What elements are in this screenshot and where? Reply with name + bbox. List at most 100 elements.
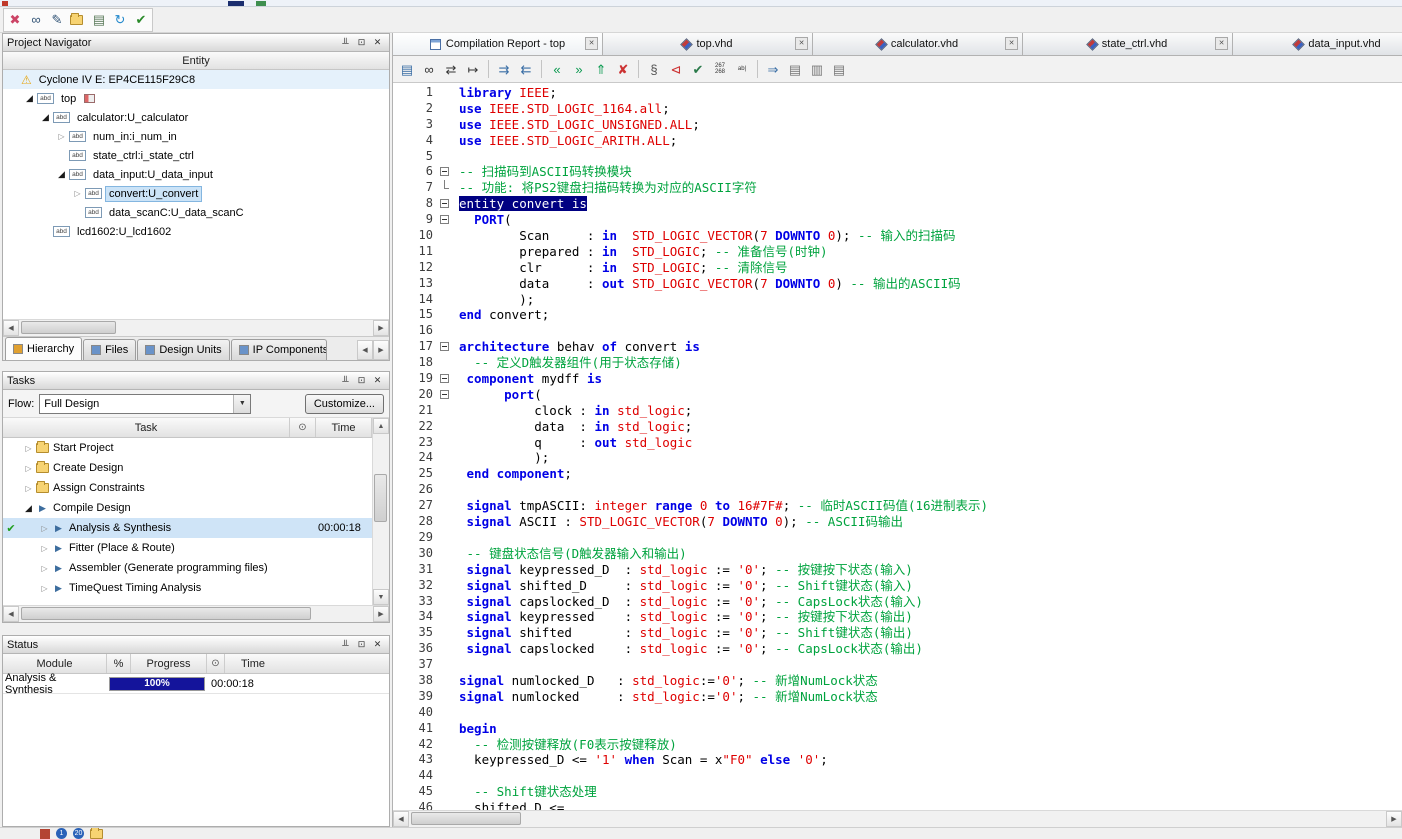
dropdown-arrow-icon[interactable]: ▼ — [233, 395, 250, 413]
float-icon[interactable]: ⊡ — [354, 36, 369, 49]
expander-collapsed-icon[interactable]: ▷ — [21, 464, 36, 473]
alert-icon[interactable]: ⊲ — [666, 59, 686, 79]
verify-icon[interactable]: ✔ — [131, 10, 151, 30]
scroll-thumb[interactable] — [411, 812, 521, 825]
page-view-2-icon[interactable]: ▥ — [807, 59, 827, 79]
new-window-icon[interactable]: ▤ — [397, 59, 417, 79]
recompile-icon[interactable]: ↻ — [110, 10, 130, 30]
delete-block-icon[interactable]: ✘ — [613, 59, 633, 79]
editor-hscrollbar[interactable]: ◀ ▶ — [393, 810, 1402, 827]
scroll-track[interactable] — [19, 606, 373, 622]
outdent-icon[interactable]: ⇇ — [516, 59, 536, 79]
scroll-thumb[interactable] — [374, 474, 387, 522]
fold-gutter[interactable] — [437, 212, 453, 228]
fold-gutter[interactable] — [437, 180, 453, 196]
edit-icon[interactable]: ✎ — [47, 10, 67, 30]
find-icon[interactable]: ∞ — [419, 59, 439, 79]
scroll-track[interactable] — [373, 434, 389, 589]
task-row-analysis-synthesis[interactable]: ✔▷▶Analysis & Synthesis00:00:18 — [3, 518, 372, 538]
pin-icon[interactable]: ╨ — [338, 36, 353, 49]
page-view-3-icon[interactable]: ▤ — [829, 59, 849, 79]
flow-select[interactable]: Full Design ▼ — [39, 394, 251, 414]
tree-item-num-in-i-num-in[interactable]: ▷abdnum_in:i_num_in — [3, 127, 389, 146]
pin-icon[interactable]: ╨ — [338, 638, 353, 651]
scroll-track[interactable] — [409, 811, 1386, 827]
tree-item-cyclone-iv-e-ep4ce115f29c8[interactable]: ⚠Cyclone IV E: EP4CE115F29C8 — [3, 70, 389, 89]
find-replace-icon[interactable]: ⇄ — [441, 59, 461, 79]
scroll-left-icon[interactable]: ◀ — [393, 811, 409, 827]
editor-tab-calculator-vhd[interactable]: calculator.vhd✕ — [813, 33, 1023, 55]
scroll-track[interactable] — [19, 320, 373, 336]
project-tree-hscrollbar[interactable]: ◀ ▶ — [3, 319, 389, 336]
nav-tab-ip-components[interactable]: IP Components — [231, 339, 327, 360]
editor-tab-compilation-report-top[interactable]: Compilation Report - top✕ — [393, 33, 603, 55]
expander-open-icon[interactable]: ◢ — [22, 93, 37, 104]
float-icon[interactable]: ⊡ — [354, 374, 369, 387]
expander-collapsed-icon[interactable]: ▷ — [21, 444, 36, 453]
fold-gutter[interactable] — [437, 387, 453, 403]
find-icon[interactable]: ∞ — [26, 10, 46, 30]
nav-tab-hierarchy[interactable]: Hierarchy — [5, 337, 82, 360]
editor-tab-top-vhd[interactable]: top.vhd✕ — [603, 33, 813, 55]
module-column-header[interactable]: Module — [3, 654, 107, 673]
tab-close-icon[interactable]: ✕ — [1215, 37, 1228, 50]
editor-tab-state-ctrl-vhd[interactable]: state_ctrl.vhd✕ — [1023, 33, 1233, 55]
fold-gutter[interactable] — [437, 196, 453, 212]
close-icon[interactable]: ✕ — [370, 36, 385, 49]
status-row[interactable]: Analysis & Synthesis 100% 00:00:18 — [3, 674, 389, 694]
time-column-header[interactable]: Time — [225, 654, 389, 673]
comment-icon[interactable]: « — [547, 59, 567, 79]
task-row-start-project[interactable]: ▷Start Project — [3, 438, 372, 458]
fold-gutter[interactable] — [437, 371, 453, 387]
scroll-right-icon[interactable]: ▶ — [373, 606, 389, 622]
task-row-timequest-timing-analysis[interactable]: ▷▶TimeQuest Timing Analysis — [3, 578, 372, 598]
page-view-1-icon[interactable]: ▤ — [785, 59, 805, 79]
tasks-hscrollbar[interactable]: ◀ ▶ — [3, 605, 389, 622]
tree-item-data-scanc-u-data-scanc[interactable]: abddata_scanC:U_data_scanC — [3, 203, 389, 222]
messages-badge-20[interactable]: 20 — [73, 828, 84, 839]
close-icon[interactable]: ✕ — [370, 374, 385, 387]
tab-close-icon[interactable]: ✕ — [795, 37, 808, 50]
expander-collapsed-icon[interactable]: ▷ — [54, 132, 69, 141]
tree-item-top[interactable]: ◢abdtop — [3, 89, 389, 108]
expander-collapsed-icon[interactable]: ▷ — [37, 544, 52, 553]
uncomment-icon[interactable]: » — [569, 59, 589, 79]
attach-icon[interactable]: § — [644, 59, 664, 79]
tree-item-state-ctrl-i-state-ctrl[interactable]: abdstate_ctrl:i_state_ctrl — [3, 146, 389, 165]
nav-tab-design-units[interactable]: Design Units — [137, 339, 229, 360]
open-project-icon[interactable] — [68, 10, 88, 30]
tasks-vscrollbar[interactable]: ▲ ▼ — [372, 418, 389, 605]
close-icon[interactable]: ✕ — [370, 638, 385, 651]
task-row-create-design[interactable]: ▷Create Design — [3, 458, 372, 478]
scroll-left-icon[interactable]: ◀ — [3, 606, 19, 622]
task-column-header[interactable]: Task — [3, 418, 290, 437]
editor-tab-data-input-vhd[interactable]: data_input.vhd✕ — [1233, 33, 1402, 55]
fold-gutter[interactable] — [437, 339, 453, 355]
task-row-assembler-generate-programming-files[interactable]: ▷▶Assembler (Generate programming files) — [3, 558, 372, 578]
indent-icon[interactable]: ⇉ — [494, 59, 514, 79]
float-icon[interactable]: ⊡ — [354, 638, 369, 651]
scroll-up-icon[interactable]: ▲ — [373, 418, 389, 434]
percent-column-header[interactable]: % — [107, 654, 131, 673]
nav-tab-files[interactable]: Files — [83, 339, 136, 360]
gate-netlist-icon[interactable]: ✖ — [5, 10, 25, 30]
expander-collapsed-icon[interactable]: ▷ — [21, 484, 36, 493]
messages-badge-1[interactable]: 1 — [56, 828, 67, 839]
tree-item-calculator-u-calculator[interactable]: ◢abdcalculator:U_calculator — [3, 108, 389, 127]
messages-tool-icon[interactable] — [40, 829, 50, 839]
scroll-thumb[interactable] — [21, 607, 311, 620]
scroll-right-icon[interactable]: ▶ — [373, 320, 389, 336]
fold-gutter[interactable] — [437, 164, 453, 180]
tab-scroll-left-icon[interactable]: ◀ — [357, 340, 373, 360]
scroll-left-icon[interactable]: ◀ — [3, 320, 19, 336]
clock-column-icon[interactable]: ⊙ — [290, 418, 316, 437]
scroll-right-icon[interactable]: ▶ — [1386, 811, 1402, 827]
customize-button[interactable]: Customize... — [305, 394, 384, 414]
expander-open-icon[interactable]: ◢ — [38, 112, 53, 123]
code-editor[interactable]: 1library IEEE;2use IEEE.STD_LOGIC_1164.a… — [393, 83, 1402, 810]
progress-column-header[interactable]: Progress — [131, 654, 207, 673]
goto-line-icon[interactable]: ↦ — [463, 59, 483, 79]
tree-item-convert-u-convert[interactable]: ▷abdconvert:U_convert — [3, 184, 389, 203]
task-row-compile-design[interactable]: ◢▶Compile Design — [3, 498, 372, 518]
expander-collapsed-icon[interactable]: ▷ — [37, 524, 52, 533]
